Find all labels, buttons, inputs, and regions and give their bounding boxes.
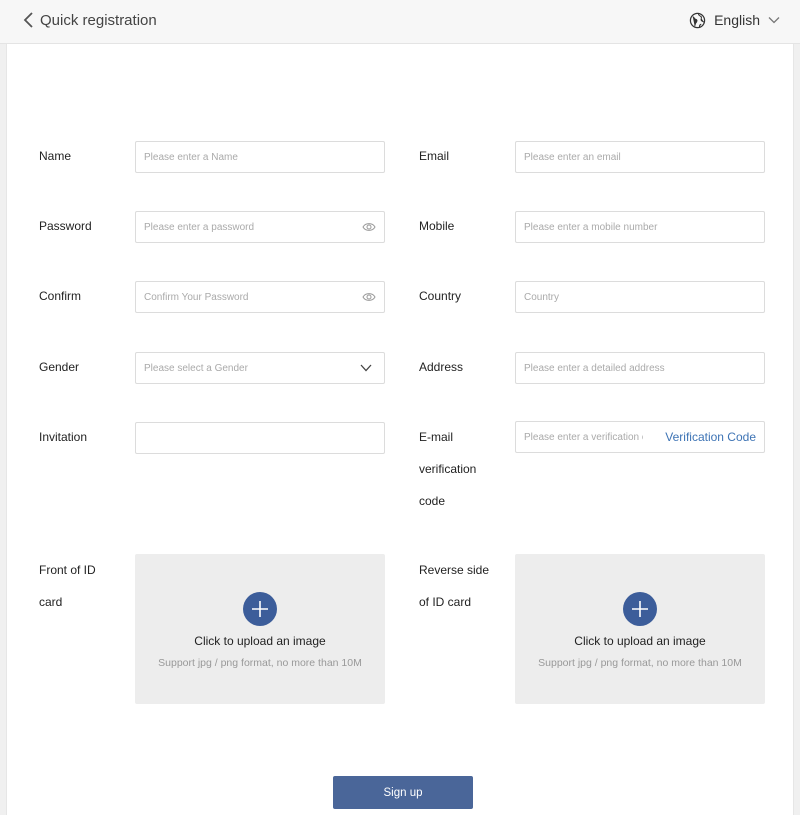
verification-code-button[interactable]: Verification Code	[665, 422, 756, 452]
address-field[interactable]	[515, 352, 765, 384]
country-label: Country	[419, 289, 462, 303]
email-code-field[interactable]: Verification Code	[515, 421, 765, 453]
chevron-left-icon	[23, 12, 33, 28]
mobile-field[interactable]	[515, 211, 765, 243]
invitation-input[interactable]	[136, 423, 384, 453]
gender-input[interactable]	[136, 353, 351, 383]
mobile-input[interactable]	[516, 212, 764, 242]
name-input[interactable]	[136, 142, 384, 172]
confirm-field[interactable]	[135, 281, 385, 313]
confirm-label: Confirm	[39, 289, 82, 303]
password-input[interactable]	[136, 212, 351, 242]
language-label: English	[714, 12, 760, 28]
gender-label: Gender	[39, 360, 80, 374]
country-field[interactable]	[515, 281, 765, 313]
email-code-label-line: verification	[419, 462, 477, 476]
name-label: Name	[39, 149, 72, 163]
email-label: Email	[419, 149, 450, 163]
email-code-label-line: code	[419, 494, 446, 508]
id-front-upload[interactable]: Click to upload an image Support jpg / p…	[135, 554, 385, 704]
id-back-label-line: of ID card	[419, 595, 472, 609]
id-front-label-line: Front of ID	[39, 563, 96, 577]
password-label: Password	[39, 219, 92, 233]
email-code-input[interactable]	[516, 422, 651, 452]
name-field[interactable]	[135, 141, 385, 173]
plus-icon	[623, 592, 657, 626]
id-back-upload[interactable]: Click to upload an image Support jpg / p…	[515, 554, 765, 704]
id-front-label: Front of ID card	[39, 554, 96, 618]
language-selector[interactable]: English	[689, 9, 780, 31]
id-back-label-line: Reverse side	[419, 563, 490, 577]
top-bar: Quick registration English	[0, 0, 800, 44]
id-back-label: Reverse side of ID card	[419, 554, 489, 618]
chevron-down-icon	[768, 17, 780, 24]
email-code-label-line: E-mail	[419, 430, 454, 444]
upload-hint: Support jpg / png format, no more than 1…	[158, 657, 362, 669]
password-field[interactable]	[135, 211, 385, 243]
invitation-field[interactable]	[135, 422, 385, 454]
eye-icon[interactable]	[362, 221, 376, 233]
id-front-label-line: card	[39, 595, 63, 609]
gender-select[interactable]	[135, 352, 385, 384]
upload-title: Click to upload an image	[194, 634, 326, 648]
globe-icon	[689, 12, 706, 28]
confirm-input[interactable]	[136, 282, 351, 312]
page-title: Quick registration	[40, 11, 157, 29]
back-button[interactable]: Quick registration	[22, 8, 157, 32]
address-input[interactable]	[516, 353, 764, 383]
registration-form: Name Email Password Mobile Confirm Count…	[6, 44, 794, 815]
upload-title: Click to upload an image	[574, 634, 706, 648]
invitation-label: Invitation	[39, 430, 88, 444]
address-label: Address	[419, 360, 464, 374]
plus-icon	[243, 592, 277, 626]
chevron-down-icon	[360, 364, 372, 372]
eye-icon[interactable]	[362, 291, 376, 303]
mobile-label: Mobile	[419, 219, 455, 233]
country-input[interactable]	[516, 282, 764, 312]
email-input[interactable]	[516, 142, 764, 172]
email-code-label: E-mail verification code	[419, 421, 476, 517]
upload-hint: Support jpg / png format, no more than 1…	[538, 657, 742, 669]
sign-up-button[interactable]: Sign up	[333, 776, 473, 809]
email-field[interactable]	[515, 141, 765, 173]
